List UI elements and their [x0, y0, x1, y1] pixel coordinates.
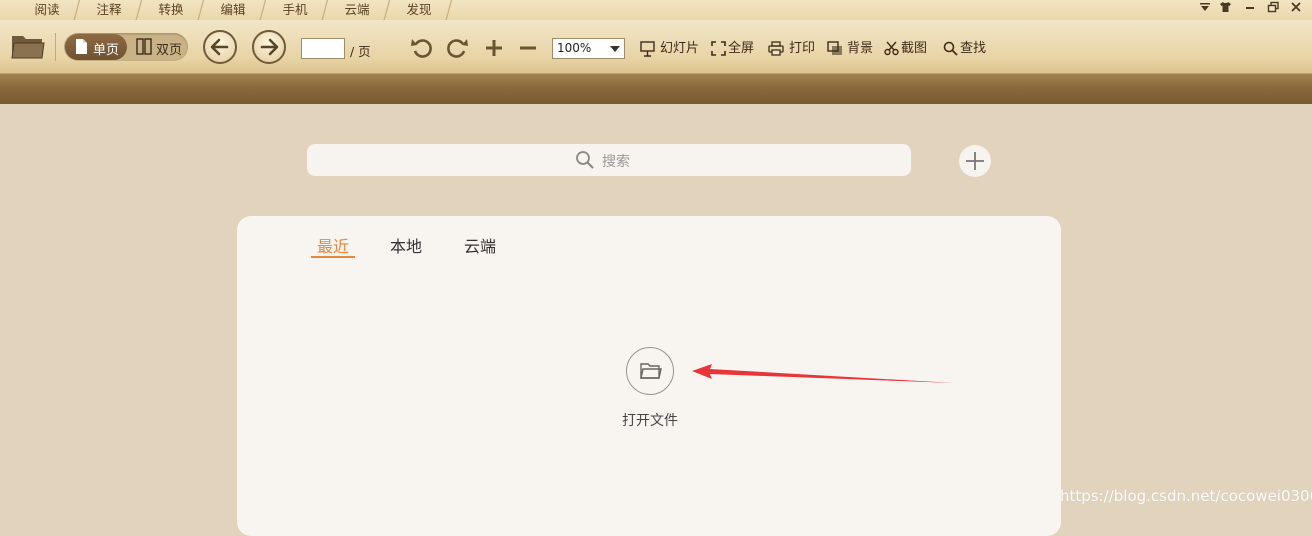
single-page-button[interactable]: 单页: [65, 34, 127, 60]
menu-tab-label: 编辑: [220, 2, 246, 17]
menu-tab-discover[interactable]: 发现: [390, 0, 456, 20]
fullscreen-icon: [711, 41, 726, 56]
tab-local[interactable]: 本地: [390, 233, 422, 257]
menu-tab-label: 手机: [282, 2, 308, 17]
screenshot-button[interactable]: 截图: [884, 40, 930, 58]
menu-bar: 阅读 注释 转换 编辑 手机 云端 发现: [0, 0, 1312, 20]
rotate-right-icon[interactable]: [445, 36, 469, 64]
search-placeholder: 搜索: [602, 154, 630, 170]
arrow-left-icon: [210, 38, 229, 56]
plus-icon: [966, 152, 984, 170]
toolbar-divider: [55, 33, 56, 61]
tab-strip: [0, 73, 1312, 104]
zoom-select[interactable]: 100%: [552, 38, 625, 59]
tab-cloud[interactable]: 云端: [464, 233, 496, 257]
dropdown-menu-icon[interactable]: [1196, 1, 1214, 16]
open-folder-icon[interactable]: [11, 32, 45, 64]
menu-tab-edit[interactable]: 编辑: [204, 0, 270, 20]
find-label: 查找: [960, 41, 987, 56]
double-page-button[interactable]: 双页: [127, 34, 187, 60]
search-input[interactable]: 搜索: [307, 144, 911, 176]
search-icon: [576, 151, 594, 169]
restore-icon[interactable]: [1264, 1, 1282, 16]
fullscreen-label: 全屏: [728, 41, 755, 56]
screenshot-label: 截图: [901, 41, 928, 56]
close-icon[interactable]: [1287, 1, 1305, 16]
minimize-icon[interactable]: [1241, 1, 1259, 16]
menu-tab-label: 阅读: [34, 2, 60, 17]
menu-tab-label: 转换: [158, 2, 184, 17]
menu-tab-annotate[interactable]: 注释: [80, 0, 146, 20]
single-page-label: 单页: [93, 43, 120, 58]
tab-recent[interactable]: 最近: [317, 233, 349, 257]
previous-page-button[interactable]: [203, 30, 237, 64]
menu-tab-convert[interactable]: 转换: [142, 0, 208, 20]
menu-tab-read[interactable]: 阅读: [18, 0, 84, 20]
tab-active-indicator: [311, 256, 355, 258]
print-label: 打印: [789, 41, 816, 56]
page-suffix-label: / 页: [350, 44, 371, 59]
menu-tab-label: 云端: [344, 2, 370, 17]
scissors-icon: [884, 41, 899, 56]
skin-shirt-icon[interactable]: [1216, 1, 1234, 16]
menu-tab-label: 发现: [406, 2, 432, 17]
menu-tab-label: 注释: [96, 2, 122, 17]
annotation-arrow-icon: [692, 364, 954, 383]
watermark: https://blog.csdn.net/cocowei0306: [1060, 487, 1312, 505]
arrow-right-icon: [260, 38, 279, 56]
zoom-in-icon[interactable]: [484, 38, 504, 62]
fullscreen-button[interactable]: 全屏: [711, 40, 757, 58]
background-button[interactable]: 背景: [827, 40, 873, 58]
next-page-button[interactable]: [252, 30, 286, 64]
chevron-down-icon: [610, 46, 620, 52]
double-page-label: 双页: [156, 43, 183, 58]
single-page-icon: [76, 39, 87, 54]
page-number-input[interactable]: [301, 38, 345, 59]
slideshow-button[interactable]: 幻灯片: [640, 40, 700, 58]
zoom-out-icon[interactable]: [518, 38, 538, 62]
menu-tab-cloud[interactable]: 云端: [328, 0, 394, 20]
add-button[interactable]: [959, 145, 991, 177]
folder-icon: [640, 363, 662, 379]
slideshow-label: 幻灯片: [660, 41, 700, 56]
print-button[interactable]: 打印: [768, 40, 816, 58]
background-icon: [827, 41, 842, 55]
printer-icon: [768, 41, 784, 56]
projector-icon: [640, 41, 655, 57]
menu-tab-mobile[interactable]: 手机: [266, 0, 332, 20]
zoom-value: 100%: [557, 41, 592, 55]
find-button[interactable]: 查找: [943, 40, 989, 58]
search-icon: [943, 41, 958, 56]
double-page-icon: [136, 38, 152, 55]
open-file-button[interactable]: [626, 347, 674, 395]
rotate-left-icon[interactable]: [410, 36, 434, 64]
open-file-label: 打开文件: [622, 413, 678, 429]
background-label: 背景: [847, 41, 874, 56]
